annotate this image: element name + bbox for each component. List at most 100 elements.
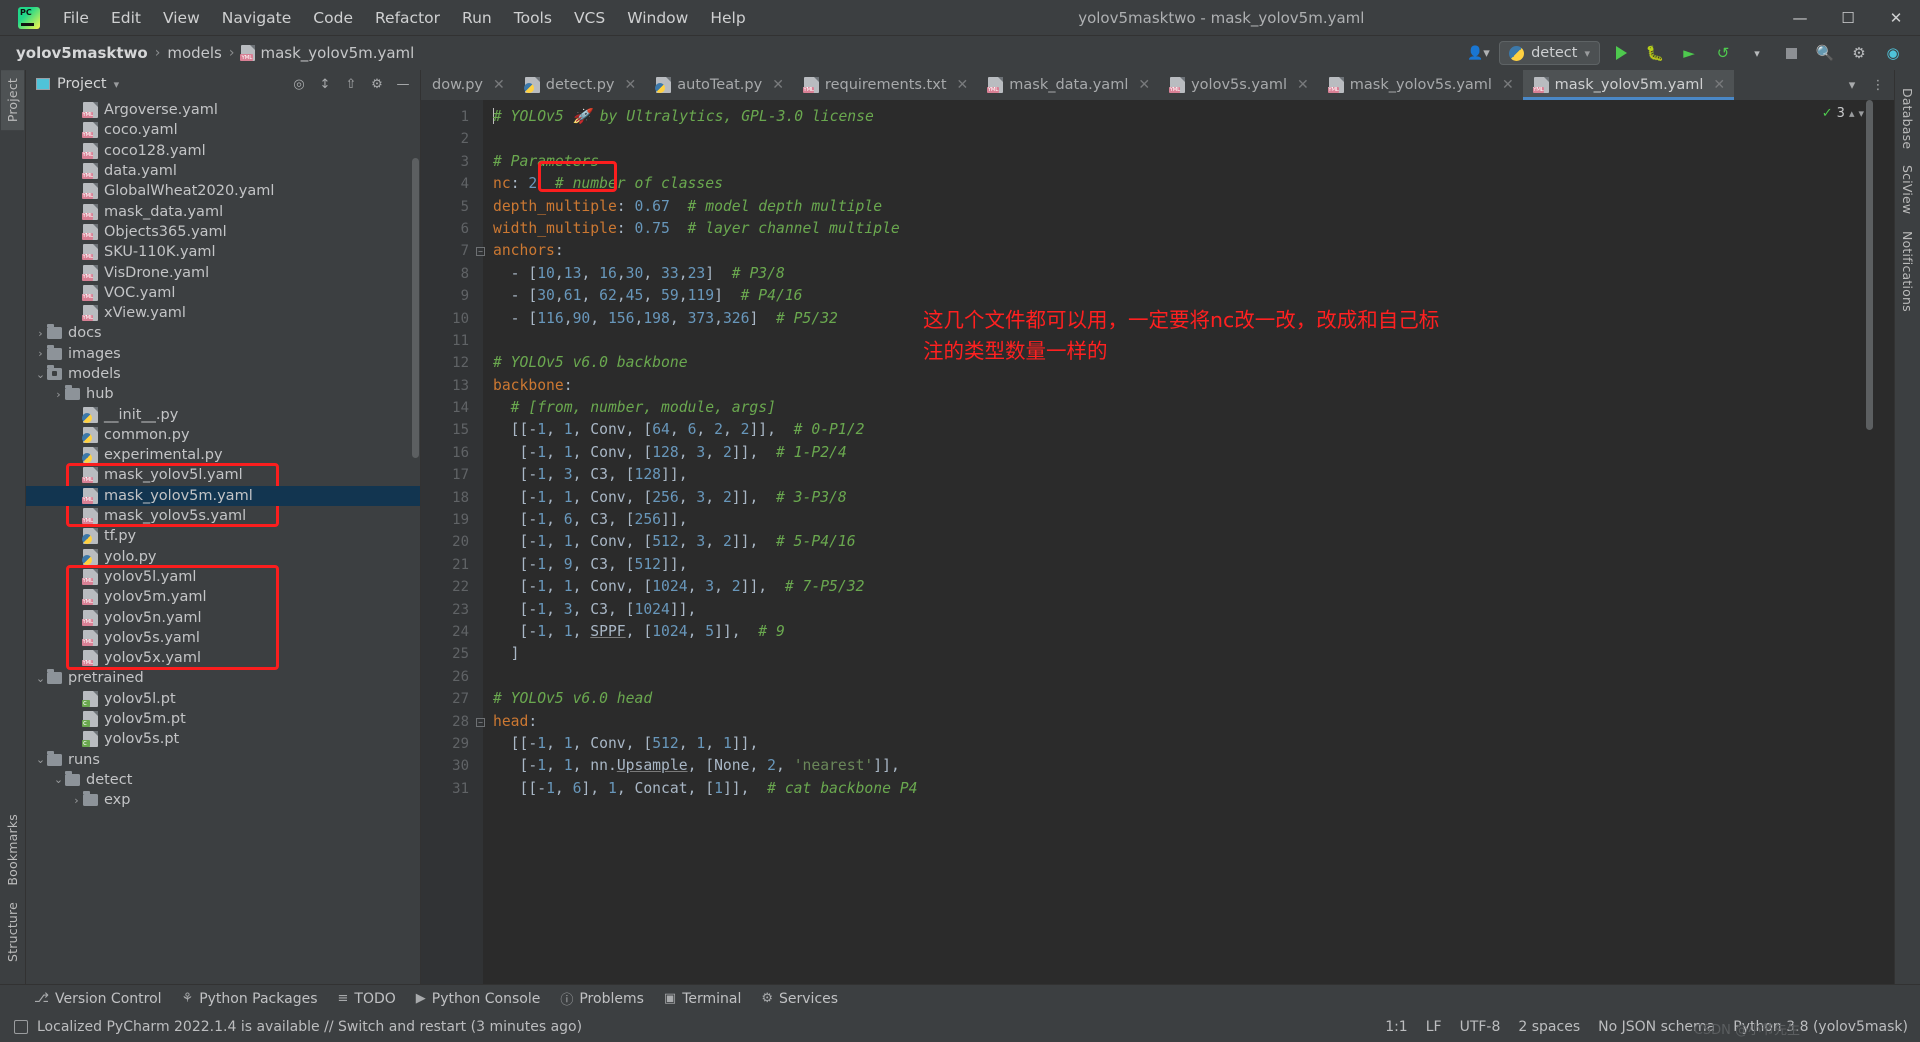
menu-navigate[interactable]: Navigate bbox=[211, 5, 303, 31]
line-separator[interactable]: LF bbox=[1426, 1019, 1442, 1035]
indent-setting[interactable]: 2 spaces bbox=[1518, 1019, 1580, 1035]
code-line[interactable]: [[-1, 6], 1, Concat, [1]], # cat backbon… bbox=[483, 778, 1876, 800]
code-line[interactable]: backbone: bbox=[483, 375, 1876, 397]
editor-tab-mask-data-yaml[interactable]: mask_data.yaml ✕ bbox=[977, 70, 1159, 100]
close-tab-icon[interactable]: ✕ bbox=[772, 77, 784, 93]
tree-item-experimental-py[interactable]: experimental.py bbox=[26, 445, 420, 465]
close-tab-icon[interactable]: ✕ bbox=[1713, 77, 1725, 93]
sidebar-item-structure[interactable]: Structure bbox=[1, 894, 24, 970]
file-encoding[interactable]: UTF-8 bbox=[1460, 1019, 1501, 1035]
stop-icon[interactable] bbox=[1778, 40, 1804, 66]
code-editor[interactable]: 1 2 3 4 5 6 7−8 9 10 11 12 13 14 15 16 17 18 19 20 21 22 23 24… bbox=[421, 100, 1894, 984]
code-line[interactable]: [-1, 3, C3, [128]], bbox=[483, 464, 1876, 486]
code-content[interactable]: 这几个文件都可以用，一定要将nc改一改，改成和自己标 注的类型数量一样的 # YO… bbox=[483, 100, 1876, 984]
code-line[interactable]: [-1, 1, Conv, [1024, 3, 2]], # 7-P5/32 bbox=[483, 576, 1876, 598]
updates-icon[interactable]: ◉ bbox=[1880, 40, 1906, 66]
tree-item-xview-yaml[interactable]: xView.yaml bbox=[26, 303, 420, 323]
tree-item-mask-data-yaml[interactable]: mask_data.yaml bbox=[26, 201, 420, 221]
tree-item-coco128-yaml[interactable]: coco128.yaml bbox=[26, 141, 420, 161]
tree-item-yolov5s-yaml[interactable]: yolov5s.yaml bbox=[26, 628, 420, 648]
expand-arrow-icon[interactable]: › bbox=[34, 347, 47, 360]
code-line[interactable]: head: bbox=[483, 711, 1876, 733]
editor-tab-autoteat-py[interactable]: autoTeat.py ✕ bbox=[645, 70, 793, 100]
menu-edit[interactable]: Edit bbox=[100, 5, 152, 31]
profile-icon[interactable]: ↺ bbox=[1710, 40, 1736, 66]
code-line[interactable] bbox=[483, 666, 1876, 688]
tree-item-yolov5l-yaml[interactable]: yolov5l.yaml bbox=[26, 567, 420, 587]
expand-arrow-icon[interactable]: ⌄ bbox=[34, 368, 47, 381]
tree-item-runs[interactable]: ⌄ runs bbox=[26, 750, 420, 770]
code-line[interactable]: # [from, number, module, args] bbox=[483, 397, 1876, 419]
code-line[interactable]: [-1, 6, C3, [256]], bbox=[483, 509, 1876, 531]
menu-refactor[interactable]: Refactor bbox=[364, 5, 451, 31]
tree-item-detect[interactable]: ⌄ detect bbox=[26, 770, 420, 790]
chevron-up-icon[interactable]: ▴ bbox=[1849, 107, 1855, 120]
tree-item-visdrone-yaml[interactable]: VisDrone.yaml bbox=[26, 262, 420, 282]
code-line[interactable]: [-1, 3, C3, [1024]], bbox=[483, 599, 1876, 621]
code-line[interactable]: [-1, 1, Conv, [256, 3, 2]], # 3-P3/8 bbox=[483, 487, 1876, 509]
hide-panel-icon[interactable]: — bbox=[392, 73, 414, 95]
tree-item--init-py[interactable]: __init__.py bbox=[26, 404, 420, 424]
tree-item-exp[interactable]: › exp bbox=[26, 790, 420, 810]
menu-vcs[interactable]: VCS bbox=[563, 5, 616, 31]
notification-icon[interactable] bbox=[14, 1020, 28, 1034]
inspection-widget[interactable]: ✓ 3 ▴ ▾ bbox=[1822, 106, 1864, 121]
breadcrumb-folder[interactable]: models bbox=[167, 44, 222, 62]
tree-item-argoverse-yaml[interactable]: Argoverse.yaml bbox=[26, 100, 420, 120]
close-tab-icon[interactable]: ✕ bbox=[957, 77, 969, 93]
close-tab-icon[interactable]: ✕ bbox=[1297, 77, 1309, 93]
tree-item-mask-yolov5m-yaml[interactable]: mask_yolov5m.yaml bbox=[26, 485, 420, 506]
close-button[interactable]: ✕ bbox=[1872, 0, 1920, 36]
run-icon[interactable] bbox=[1608, 40, 1634, 66]
scroll-from-source-icon[interactable]: ◎ bbox=[288, 73, 310, 95]
code-line[interactable]: - [10,13, 16,30, 33,23] # P3/8 bbox=[483, 263, 1876, 285]
expand-arrow-icon[interactable]: › bbox=[34, 327, 47, 340]
editor-scrollbar[interactable] bbox=[1866, 100, 1873, 430]
editor-tab-detect-py[interactable]: detect.py ✕ bbox=[514, 70, 646, 100]
code-line[interactable]: [[-1, 1, Conv, [64, 6, 2, 2]], # 0-P1/2 bbox=[483, 419, 1876, 441]
search-icon[interactable]: 🔍 bbox=[1812, 40, 1838, 66]
maximize-button[interactable]: ☐ bbox=[1824, 0, 1872, 36]
code-line[interactable]: # Parameters bbox=[483, 151, 1876, 173]
error-stripe-marker-bar[interactable]: ✓ 3 ▴ ▾ bbox=[1822, 100, 1894, 984]
project-panel-title[interactable]: Project ▾ bbox=[36, 76, 119, 92]
minimize-button[interactable]: — bbox=[1776, 0, 1824, 36]
tree-item-mask-yolov5l-yaml[interactable]: mask_yolov5l.yaml bbox=[26, 465, 420, 485]
user-avatar-icon[interactable]: 👤▾ bbox=[1467, 43, 1491, 63]
sidebar-item-project[interactable]: Project bbox=[1, 70, 24, 131]
sidebar-item-notifications[interactable]: Notifications bbox=[1896, 223, 1919, 320]
toolwindow-problems[interactable]: ⓘ Problems bbox=[560, 989, 644, 1009]
menu-view[interactable]: View bbox=[152, 5, 211, 31]
project-file-tree[interactable]: Argoverse.yaml coco.yaml coco128.yaml data.… bbox=[26, 98, 420, 984]
chevron-down-icon[interactable]: ▾ bbox=[1858, 107, 1864, 120]
expand-arrow-icon[interactable]: › bbox=[52, 388, 65, 401]
tree-item-globalwheat2020-yaml[interactable]: GlobalWheat2020.yaml bbox=[26, 181, 420, 201]
collapse-all-icon[interactable]: ↕ bbox=[314, 73, 336, 95]
close-tab-icon[interactable]: ✕ bbox=[1502, 77, 1514, 93]
menu-run[interactable]: Run bbox=[451, 5, 503, 31]
tree-item-objects365-yaml[interactable]: Objects365.yaml bbox=[26, 222, 420, 242]
close-tab-icon[interactable]: ✕ bbox=[493, 77, 505, 93]
tree-item-common-py[interactable]: common.py bbox=[26, 425, 420, 445]
close-tab-icon[interactable]: ✕ bbox=[1138, 77, 1150, 93]
editor-tab-mask-yolov5m-yaml[interactable]: mask_yolov5m.yaml ✕ bbox=[1522, 70, 1735, 100]
editor-tab-mask-yolov5s-yaml[interactable]: mask_yolov5s.yaml ✕ bbox=[1318, 70, 1523, 100]
tree-item-sku-110k-yaml[interactable]: SKU-110K.yaml bbox=[26, 242, 420, 262]
expand-arrow-icon[interactable]: ⌄ bbox=[52, 773, 65, 786]
toolwindow-terminal[interactable]: ▣ Terminal bbox=[664, 991, 741, 1007]
menu-tools[interactable]: Tools bbox=[503, 5, 563, 31]
toolwindow-todo[interactable]: ≡ TODO bbox=[338, 991, 396, 1007]
code-line[interactable]: anchors: bbox=[483, 240, 1876, 262]
editor-tab-requirements-txt[interactable]: requirements.txt ✕ bbox=[793, 70, 977, 100]
close-tab-icon[interactable]: ✕ bbox=[625, 77, 637, 93]
code-line[interactable]: [-1, 9, C3, [512]], bbox=[483, 554, 1876, 576]
menu-code[interactable]: Code bbox=[302, 5, 364, 31]
code-line[interactable]: # YOLOv5 🚀 by Ultralytics, GPL-3.0 licen… bbox=[483, 106, 1876, 128]
code-line[interactable]: [-1, 1, SPPF, [1024, 5]], # 9 bbox=[483, 621, 1876, 643]
code-line[interactable]: [[-1, 1, Conv, [512, 1, 1]], bbox=[483, 733, 1876, 755]
show-hidden-tabs-icon[interactable]: ▾ bbox=[1840, 71, 1864, 99]
toolwindow-python-console[interactable]: ▶ Python Console bbox=[416, 991, 541, 1007]
run-configuration-selector[interactable]: detect ▾ bbox=[1499, 41, 1600, 65]
tab-options-icon[interactable]: ⋮ bbox=[1866, 71, 1890, 99]
tree-item-tf-py[interactable]: tf.py bbox=[26, 526, 420, 546]
